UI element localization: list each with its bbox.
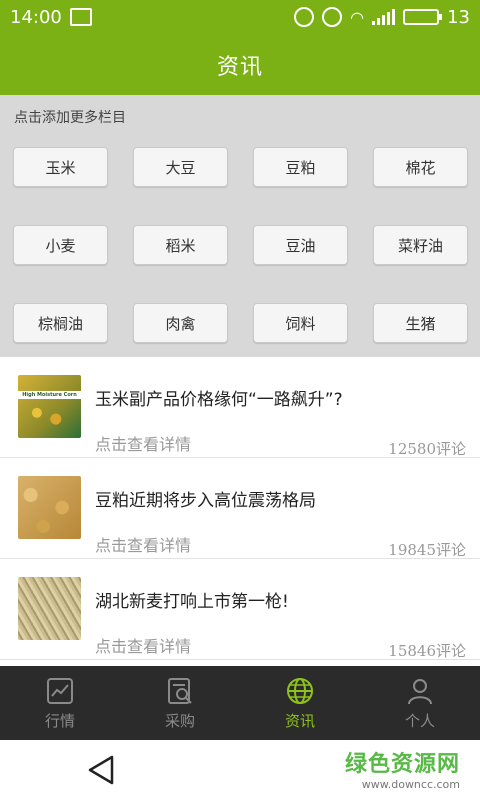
status-time: 14:00 [10,6,62,28]
alarm-icon [322,7,343,27]
notification-icon [294,7,315,27]
news-list: High Moisture Corn 玉米副产品价格缘何“一路飙升”? 点击查看… [0,357,480,666]
person-icon [408,678,432,704]
tab-purchase[interactable]: 采购 [120,666,240,740]
category-button[interactable]: 菜籽油 [373,225,468,265]
category-grid: 玉米 大豆 豆粕 棉花 小麦 稻米 豆油 菜籽油 棕榈油 肉禽 饲料 生猪 [0,147,480,343]
category-button[interactable]: 小麦 [13,225,108,265]
news-thumbnail [18,577,81,640]
bottom-tab-bar: 行情 采购 资讯 个人 [0,666,480,740]
news-title: 湖北新麦打响上市第一枪! [95,592,289,612]
news-detail-link[interactable]: 点击查看详情 [95,532,191,556]
add-category-hint[interactable]: 点击添加更多栏目 [0,107,480,127]
news-item[interactable]: 湖北新麦打响上市第一枪! 点击查看详情 15846评论 [0,559,480,660]
signal-icon [372,9,396,25]
wifi-icon: ◠ [350,7,365,27]
category-button[interactable]: 棉花 [373,147,468,187]
category-button[interactable]: 棕榈油 [13,303,108,343]
category-button[interactable]: 豆粕 [253,147,348,187]
chart-icon [47,677,73,704]
news-title: 豆粕近期将步入高位震荡格局 [95,491,316,511]
tab-news[interactable]: 资讯 [240,666,360,740]
tab-label: 行情 [44,711,75,730]
news-thumbnail: High Moisture Corn [18,375,81,438]
category-button[interactable]: 肉禽 [133,303,228,343]
category-button[interactable]: 玉米 [13,147,108,187]
category-button[interactable]: 生猪 [373,303,468,343]
watermark: 绿色资源网 www.downcc.com [345,746,460,791]
tab-label: 资讯 [284,711,315,730]
watermark-url: www.downcc.com [361,778,460,791]
news-title: 玉米副产品价格缘何“一路飙升”? [95,390,343,410]
news-item[interactable]: 豆粕近期将步入高位震荡格局 点击查看详情 19845评论 [0,458,480,559]
page-title: 资讯 [216,54,263,80]
system-nav-bar: 绿色资源网 www.downcc.com [0,740,480,800]
status-bar: 14:00 ◠ 13 [0,0,480,34]
watermark-name: 绿色资源网 [344,752,460,777]
image-notification-icon [69,8,92,26]
category-button[interactable]: 稻米 [133,225,228,265]
news-detail-link[interactable]: 点击查看详情 [95,431,191,455]
app-header: 14:00 ◠ 13 资讯 [0,0,480,95]
thumbnail-label: High Moisture Corn [18,391,81,399]
news-comment-count: 12580评论 [388,440,466,458]
news-comment-count: 15846评论 [388,642,466,660]
news-detail-link[interactable]: 点击查看详情 [95,633,191,657]
purchase-icon [168,677,192,704]
category-panel: 点击添加更多栏目 玉米 大豆 豆粕 棉花 小麦 稻米 豆油 菜籽油 棕榈油 肉禽… [0,95,480,357]
tab-label: 个人 [404,711,435,730]
tab-label: 采购 [164,711,195,730]
category-button[interactable]: 大豆 [133,147,228,187]
back-icon[interactable] [86,754,116,786]
globe-icon [287,677,313,704]
news-thumbnail [18,476,81,539]
tab-market[interactable]: 行情 [0,666,120,740]
battery-level: 13 [447,6,470,28]
category-button[interactable]: 豆油 [253,225,348,265]
news-item[interactable]: High Moisture Corn 玉米副产品价格缘何“一路飙升”? 点击查看… [0,357,480,458]
category-button[interactable]: 饲料 [253,303,348,343]
tab-profile[interactable]: 个人 [360,666,480,740]
battery-icon [403,9,443,25]
news-comment-count: 19845评论 [388,541,466,559]
